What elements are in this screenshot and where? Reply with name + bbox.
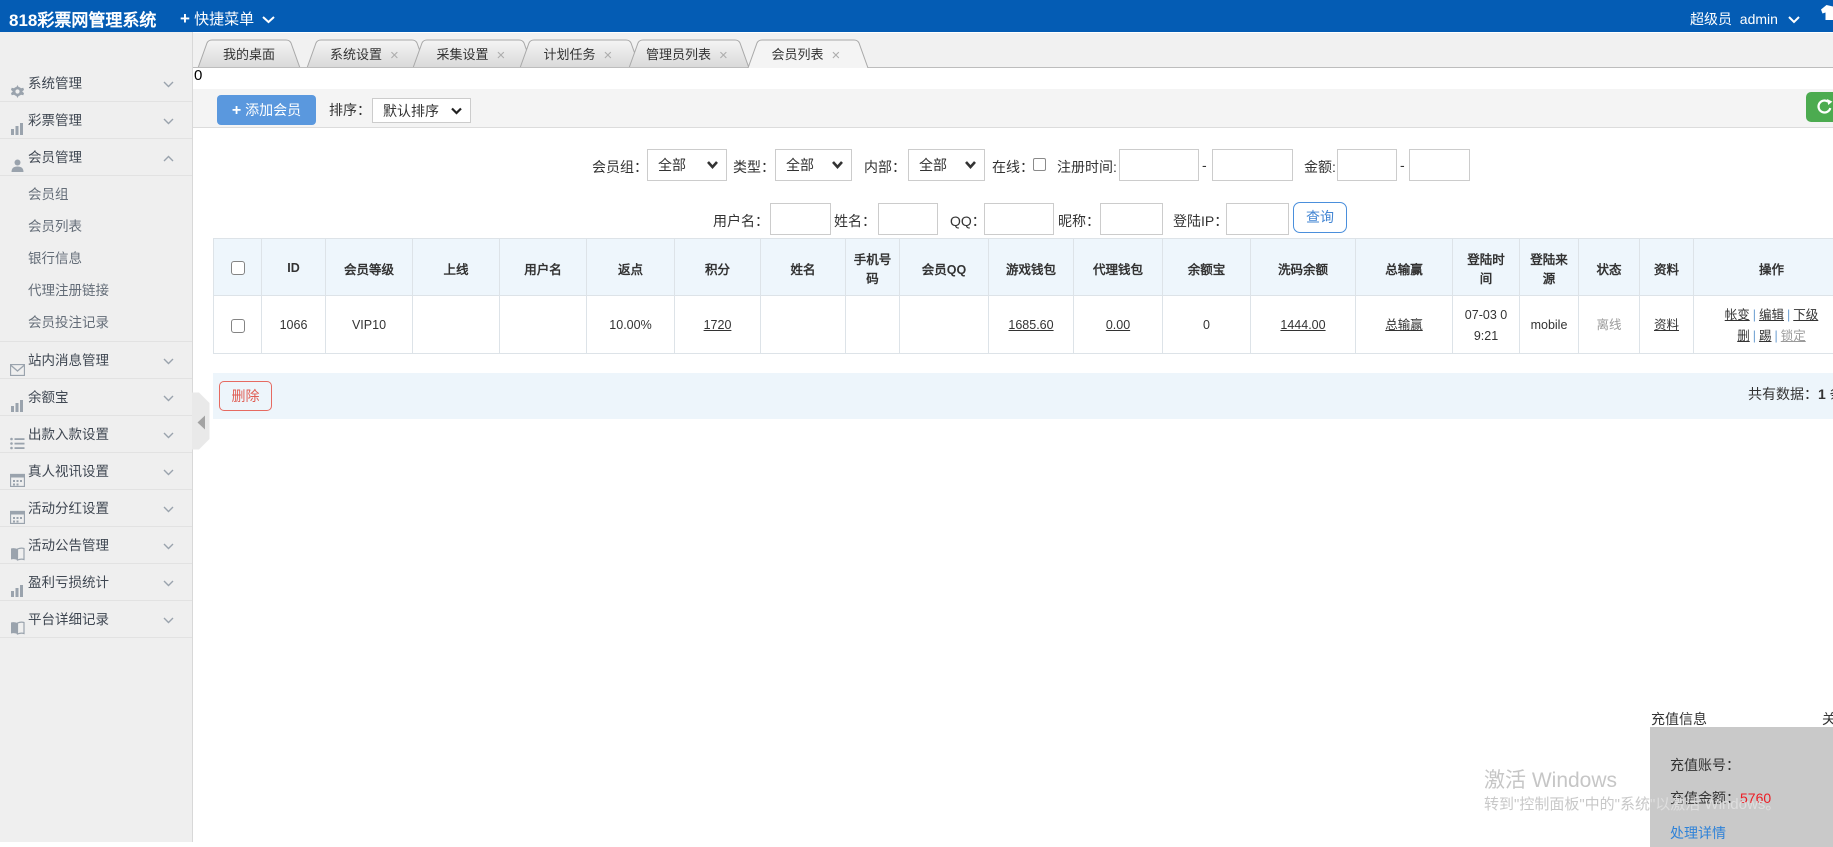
svg-text:计划任务: 计划任务 (544, 47, 596, 62)
svg-text:×: × (719, 47, 728, 64)
svg-text:我的桌面: 我的桌面 (223, 47, 275, 62)
svg-text:采集设置: 采集设置 (437, 47, 489, 62)
svg-text:×: × (604, 47, 613, 64)
svg-text:×: × (832, 47, 841, 64)
svg-text:系统设置: 系统设置 (330, 47, 382, 62)
svg-text:×: × (390, 47, 399, 64)
svg-text:管理员列表: 管理员列表 (646, 47, 711, 62)
svg-text:会员列表: 会员列表 (772, 47, 824, 62)
svg-text:×: × (497, 47, 506, 64)
